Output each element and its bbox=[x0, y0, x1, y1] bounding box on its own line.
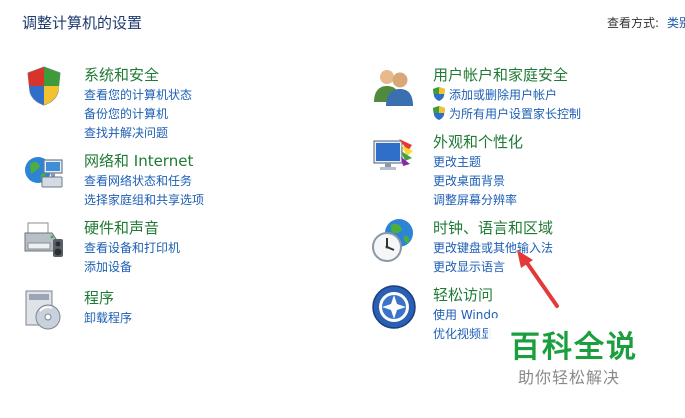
category-title[interactable]: 轻松访问 bbox=[433, 284, 493, 305]
watermark-tagline: 助你轻松解决 bbox=[518, 368, 621, 387]
view-by: 查看方式: 类别 bbox=[607, 14, 685, 31]
monitor-palette-icon[interactable] bbox=[371, 131, 415, 175]
link-parental-controls[interactable]: 为所有用户设置家长控制 bbox=[433, 105, 581, 124]
link-find-fix-problems[interactable]: 查找并解决问题 bbox=[84, 124, 192, 143]
red-arrow-icon bbox=[517, 250, 559, 308]
watermark: 百科全说 助你轻松解决 bbox=[488, 318, 668, 400]
category-title[interactable]: 程序 bbox=[84, 287, 114, 308]
category-title[interactable]: 系统和安全 bbox=[84, 64, 159, 85]
clock-globe-icon[interactable] bbox=[371, 217, 415, 262]
link-backup-computer[interactable]: 备份您的计算机 bbox=[84, 105, 192, 124]
link-add-device[interactable]: 添加设备 bbox=[84, 258, 180, 277]
printer-icon[interactable] bbox=[22, 217, 66, 261]
watermark-brand: 百科全说 bbox=[510, 330, 638, 365]
category-title[interactable]: 外观和个性化 bbox=[433, 131, 523, 152]
category-title[interactable]: 网络和 Internet bbox=[84, 150, 193, 171]
ease-of-access-icon[interactable] bbox=[371, 284, 416, 329]
link-view-computer-status[interactable]: 查看您的计算机状态 bbox=[84, 86, 192, 105]
view-by-dropdown[interactable]: 类别 bbox=[667, 16, 685, 30]
view-by-label: 查看方式: bbox=[607, 16, 660, 30]
link-screen-resolution[interactable]: 调整屏幕分辨率 bbox=[433, 191, 517, 210]
users-icon[interactable] bbox=[371, 64, 415, 108]
category-title[interactable]: 用户帐户和家庭安全 bbox=[433, 64, 568, 85]
shield-icon[interactable] bbox=[22, 64, 66, 108]
uac-shield-icon bbox=[433, 87, 445, 101]
link-devices-printers[interactable]: 查看设备和打印机 bbox=[84, 239, 180, 258]
link-view-network-status[interactable]: 查看网络状态和任务 bbox=[84, 172, 204, 191]
link-change-theme[interactable]: 更改主题 bbox=[433, 153, 517, 172]
programs-disc-icon[interactable] bbox=[22, 287, 66, 331]
category-title[interactable]: 时钟、语言和区域 bbox=[433, 217, 553, 238]
network-globe-icon[interactable] bbox=[22, 150, 66, 194]
link-homegroup-sharing[interactable]: 选择家庭组和共享选项 bbox=[84, 191, 204, 210]
category-title[interactable]: 硬件和声音 bbox=[84, 217, 159, 238]
link-add-remove-accounts[interactable]: 添加或删除用户帐户 bbox=[433, 86, 581, 105]
link-uninstall-program[interactable]: 卸载程序 bbox=[84, 309, 132, 328]
uac-shield-icon bbox=[433, 106, 445, 120]
link-label: 为所有用户设置家长控制 bbox=[449, 107, 582, 121]
link-change-background[interactable]: 更改桌面背景 bbox=[433, 172, 517, 191]
link-label: 添加或删除用户帐户 bbox=[449, 88, 558, 102]
page-title: 调整计算机的设置 bbox=[22, 14, 143, 32]
